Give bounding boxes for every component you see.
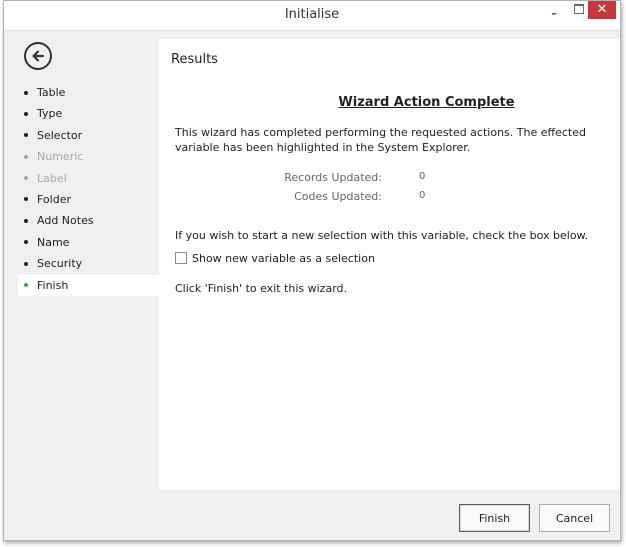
step-label: Table xyxy=(37,86,66,99)
bullet-icon xyxy=(24,133,28,138)
show-selection-checkbox[interactable] xyxy=(175,252,187,264)
stat-row-codes: Codes Updated: 0 xyxy=(159,190,620,206)
maximize-button[interactable] xyxy=(574,4,584,14)
step-item-name[interactable]: Name xyxy=(18,232,159,253)
bullet-icon xyxy=(24,197,28,202)
completion-description: This wizard has completed performing the… xyxy=(175,126,586,154)
bullet-icon xyxy=(24,261,28,266)
minimize-button[interactable]: – xyxy=(545,7,563,21)
bullet-icon xyxy=(24,90,28,95)
step-label: Label xyxy=(37,171,67,185)
bullet-icon xyxy=(24,154,28,159)
step-label: Type xyxy=(37,107,63,121)
step-label: Numeric xyxy=(37,150,84,164)
step-item-finish[interactable]: Finish xyxy=(18,274,159,296)
step-item-selector[interactable]: Selector xyxy=(18,125,159,146)
stat-row-records: Records Updated: 0 xyxy=(159,171,620,187)
stat-label: Records Updated: xyxy=(284,171,382,184)
step-label: Security xyxy=(37,257,83,271)
title-bar: Initialise – ✕ xyxy=(4,1,620,31)
step-label: Name xyxy=(37,235,70,249)
step-label: Selector xyxy=(37,128,83,142)
stat-value: 0 xyxy=(419,190,426,201)
step-item-label: Label xyxy=(18,168,159,189)
arrow-left-circle-icon xyxy=(32,50,45,62)
content-panel: Results Wizard Action Complete This wiza… xyxy=(159,39,620,490)
step-item-security[interactable]: Security xyxy=(18,253,159,274)
window-title: Initialise xyxy=(284,7,340,22)
bullet-icon xyxy=(24,176,28,181)
step-label: Add Notes xyxy=(37,214,94,228)
section-title: Results xyxy=(171,52,218,67)
bullet-icon xyxy=(24,111,28,116)
wizard-window: Initialise – ✕ Table Type Selector Numer… xyxy=(3,0,621,541)
selection-prompt: If you wish to start a new selection wit… xyxy=(175,229,589,242)
close-button[interactable]: ✕ xyxy=(588,1,616,19)
back-button[interactable] xyxy=(24,42,52,70)
step-item-table[interactable]: Table xyxy=(18,82,159,103)
completion-heading: Wizard Action Complete xyxy=(338,95,515,110)
wizard-steps-sidebar: Table Type Selector Numeric Label Folder… xyxy=(18,39,159,489)
active-bullet-icon xyxy=(24,283,28,288)
finish-button[interactable]: Finish xyxy=(459,504,530,532)
bullet-icon xyxy=(24,240,28,245)
step-item-add-notes[interactable]: Add Notes xyxy=(18,210,159,231)
bullet-icon xyxy=(24,218,28,223)
exit-instructions: Click 'Finish' to exit this wizard. xyxy=(175,282,347,295)
step-item-type[interactable]: Type xyxy=(18,103,159,124)
step-item-folder[interactable]: Folder xyxy=(18,189,159,210)
step-list: Table Type Selector Numeric Label Folder… xyxy=(18,82,159,296)
step-item-numeric: Numeric xyxy=(18,146,159,167)
cancel-button[interactable]: Cancel xyxy=(539,504,610,532)
step-label: Finish xyxy=(37,278,69,292)
stat-label: Codes Updated: xyxy=(294,190,382,203)
step-label: Folder xyxy=(37,192,71,206)
stat-value: 0 xyxy=(419,171,426,182)
show-selection-label[interactable]: Show new variable as a selection xyxy=(192,252,375,265)
